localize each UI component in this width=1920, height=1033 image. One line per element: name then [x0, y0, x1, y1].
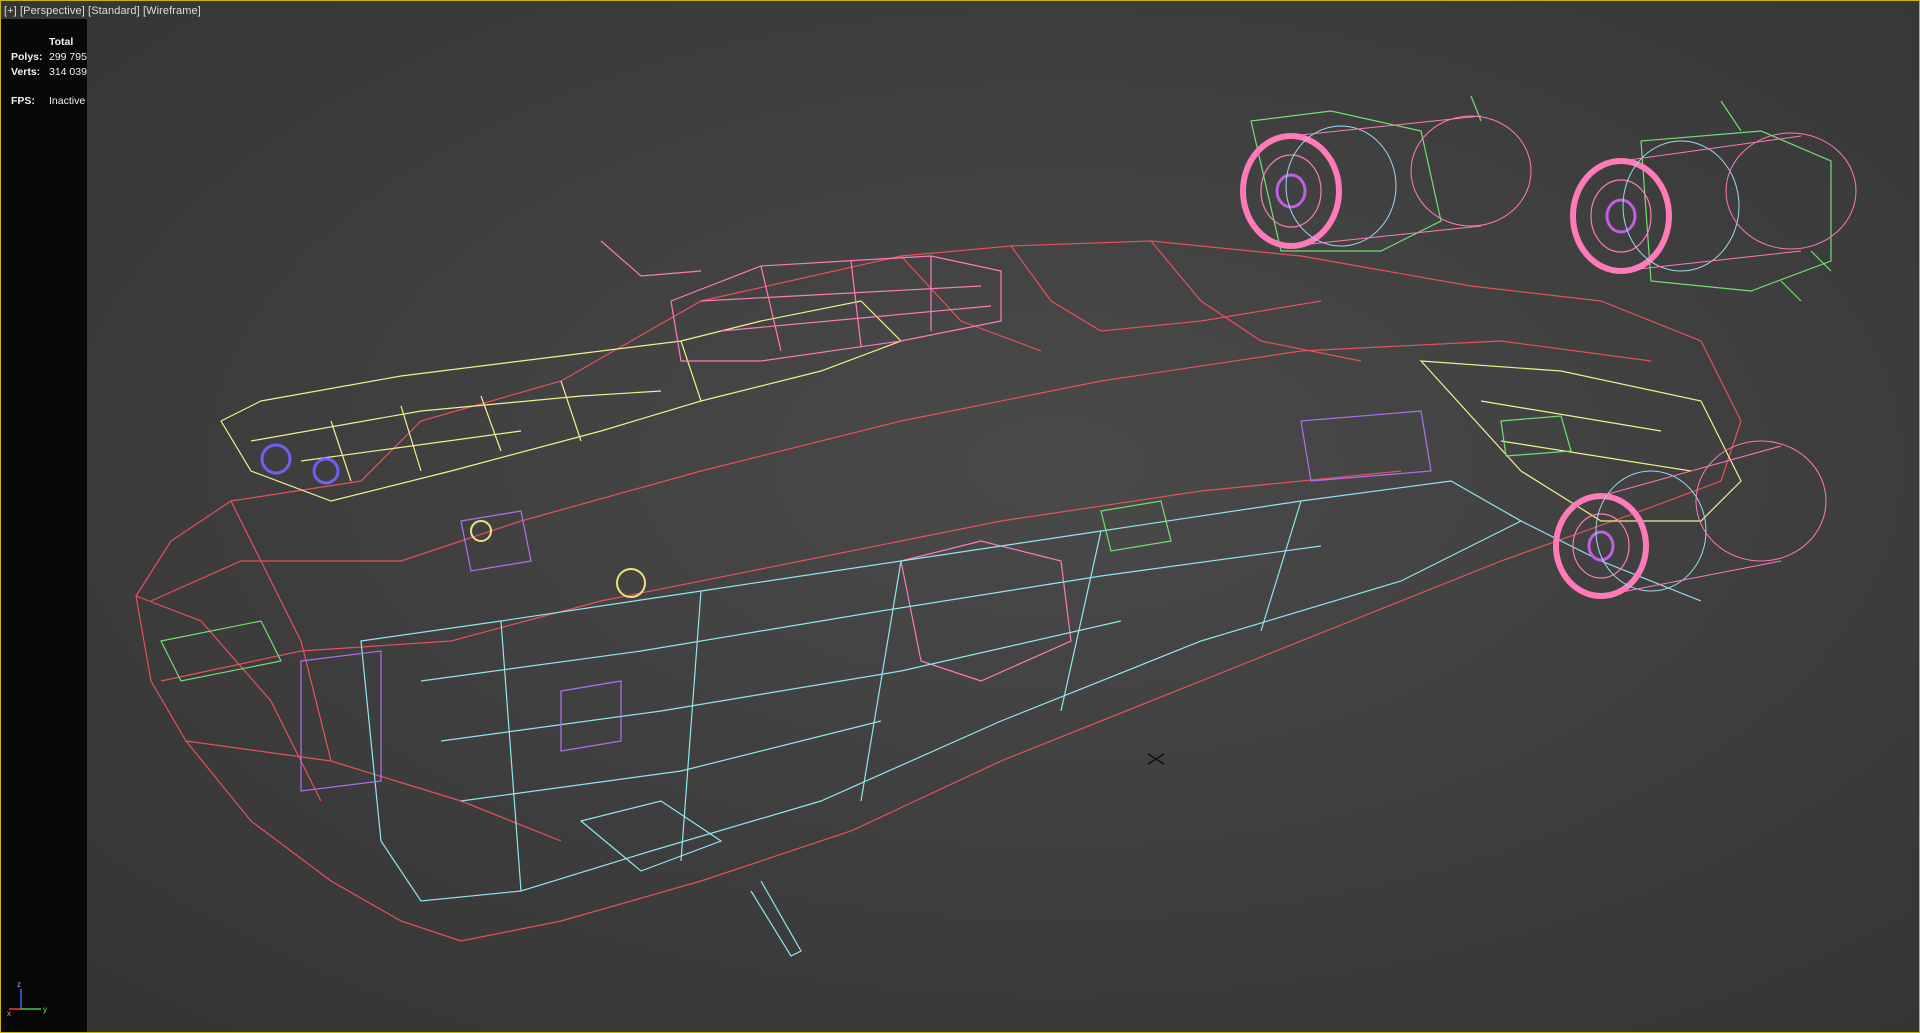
engine-top-left	[1240, 115, 1532, 249]
bow-lights	[260, 443, 646, 598]
spaceship-wireframe-model[interactable]	[1, 1, 1919, 1032]
axis-x-label: x	[7, 1009, 11, 1017]
axis-gizmo-icon: z x y	[7, 980, 47, 1017]
lower-hull-cyan-wire	[360, 480, 1702, 957]
interior-violet-wire	[300, 410, 1432, 792]
bow-yellow-wire	[220, 300, 1742, 522]
superstructure-pink-wire	[600, 240, 1072, 682]
axis-y-label: y	[43, 1005, 47, 1014]
perspective-viewport[interactable]: [+] [Perspective] [Standard] [Wireframe]…	[0, 0, 1920, 1033]
hull-red-wire	[135, 240, 1742, 942]
axis-z-label: z	[17, 980, 21, 989]
pivot-cross-icon	[1147, 753, 1165, 765]
